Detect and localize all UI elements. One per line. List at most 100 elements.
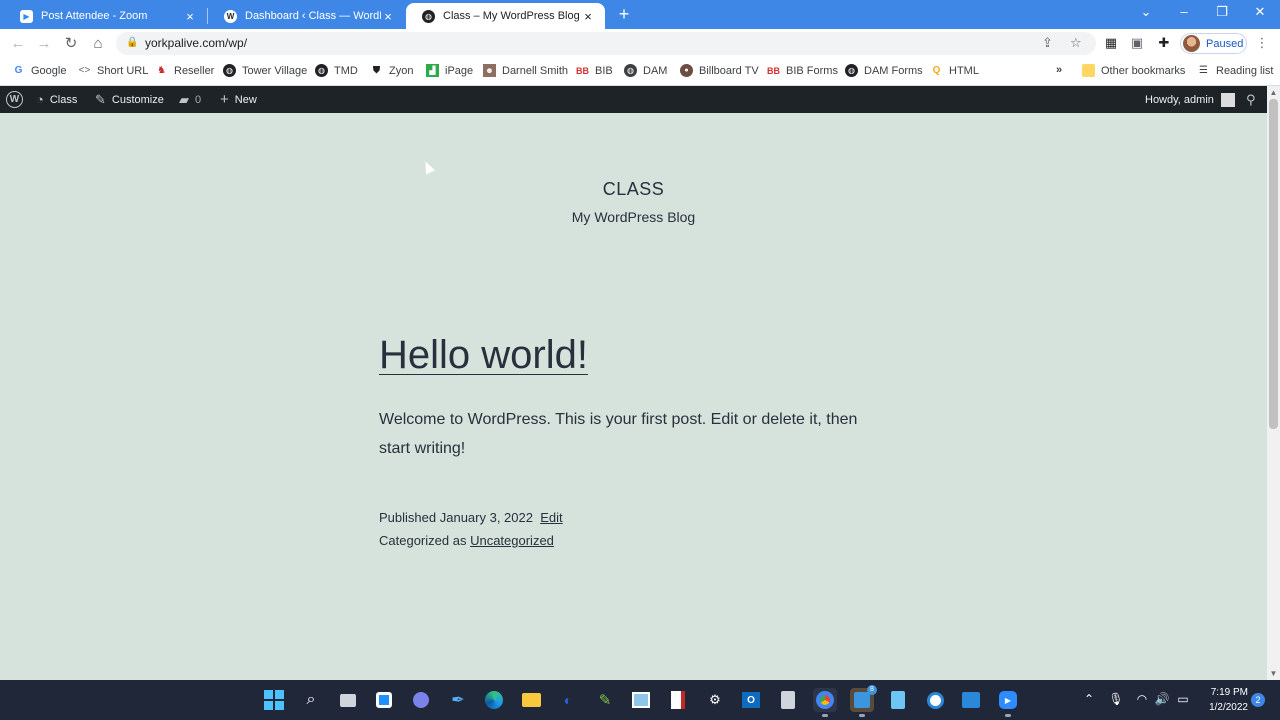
tab-title: Class – My WordPress Blog: [443, 10, 580, 22]
tab-class-blog[interactable]: ◍ Class – My WordPress Blog ×: [406, 3, 605, 29]
windows-taskbar: ⌕ ✒ ◐ ✎ ⚙ O 8 ▶ ⌃ 🎙 ◠ 🔊 ▭ 7:19 PM 1/2/20…: [0, 680, 1280, 720]
zoom-icon: ▶: [20, 9, 33, 23]
store-extension-icon[interactable]: ▦: [1102, 35, 1120, 51]
site-title[interactable]: CLASS: [0, 179, 1267, 200]
reading-list[interactable]: ☰ Reading list: [1197, 64, 1273, 77]
taskbar-clock[interactable]: 7:19 PM 1/2/2022: [1196, 685, 1248, 715]
teams-chat-icon[interactable]: [409, 688, 433, 712]
new-tab-button[interactable]: +: [613, 5, 635, 25]
bookmark-label: TMD: [334, 64, 358, 77]
bookmark-zyon[interactable]: ⛊ Zyon: [370, 64, 414, 77]
puzzle-extensions-icon[interactable]: ✚: [1155, 35, 1173, 51]
notepad-icon[interactable]: [886, 688, 910, 712]
store-app-icon[interactable]: 8: [850, 685, 877, 717]
post-published-row: Published January 3, 2022 Edit: [379, 506, 563, 529]
tab-zoom[interactable]: ▶ Post Attendee - Zoom ×: [4, 3, 207, 29]
microphone-icon[interactable]: 🎙: [1108, 692, 1124, 706]
zoom-app-icon[interactable]: ▶: [996, 688, 1020, 717]
mouse-cursor-icon: [420, 159, 436, 175]
scroll-up-arrow-icon[interactable]: ▲: [1267, 88, 1280, 97]
close-icon[interactable]: ×: [581, 9, 595, 24]
file-explorer-icon[interactable]: [519, 688, 543, 712]
document-app-icon[interactable]: [666, 688, 690, 712]
task-view-icon[interactable]: [336, 688, 360, 712]
firefox-style-app-icon[interactable]: ◐: [556, 688, 580, 712]
admin-bar-new[interactable]: + New: [220, 86, 257, 113]
clock-time: 7:19 PM: [1210, 687, 1248, 698]
reload-icon[interactable]: ↻: [61, 34, 81, 54]
close-icon[interactable]: ×: [183, 9, 197, 24]
bookmark-ipage[interactable]: ▟ iPage: [426, 64, 473, 77]
bookmark-billboard-tv[interactable]: ● Billboard TV: [680, 64, 759, 77]
bookmark-label: Zyon: [389, 64, 414, 77]
post-category-row: Categorized as Uncategorized: [379, 529, 563, 552]
profile-button[interactable]: Paused: [1180, 33, 1247, 54]
wordpress-logo-icon[interactable]: W: [6, 86, 23, 113]
utility-app-icon[interactable]: ⚙: [703, 688, 727, 712]
more-bookmarks-chevron-icon[interactable]: »: [1056, 64, 1062, 76]
bookmark-tower-village[interactable]: ◍ Tower Village: [223, 64, 307, 77]
post-title-link[interactable]: Hello world!: [379, 333, 588, 378]
chrome-browser-icon[interactable]: [813, 688, 837, 717]
calculator-icon[interactable]: [776, 688, 800, 712]
tray-overflow-chevron-icon[interactable]: ⌃: [1081, 692, 1097, 706]
bookmark-short-url[interactable]: <> Short URL: [78, 64, 149, 77]
other-bookmarks[interactable]: Other bookmarks: [1082, 64, 1185, 77]
window-close-icon[interactable]: ✕: [1250, 4, 1270, 20]
admin-bar-customize[interactable]: ✎ Customize: [95, 86, 164, 113]
volume-icon[interactable]: 🔊: [1154, 692, 1170, 706]
maximize-icon[interactable]: ❐: [1212, 4, 1232, 20]
scroll-down-arrow-icon[interactable]: ▼: [1267, 669, 1280, 678]
start-windows-icon[interactable]: [262, 688, 286, 712]
tab-dashboard[interactable]: W Dashboard ‹ Class — WordPress ×: [208, 3, 405, 29]
bookmark-darnell-smith[interactable]: ☻ Darnell Smith: [483, 64, 568, 77]
bookmark-tmd[interactable]: ◍ TMD: [315, 64, 358, 77]
taskbar-search-icon[interactable]: ⌕: [299, 688, 323, 712]
minimize-icon[interactable]: –: [1174, 4, 1194, 19]
home-icon[interactable]: ⌂: [88, 34, 108, 54]
admin-bar-search-icon[interactable]: ⚲: [1246, 86, 1256, 113]
bookmark-label: Darnell Smith: [502, 64, 569, 77]
bookmark-html[interactable]: Q HTML: [930, 64, 979, 77]
browser-toolbar: ← → ↻ ⌂ 🔒 yorkpalive.com/wp/ ⇪ ☆ ▦ ▣ ✚ P…: [0, 29, 1280, 58]
category-link[interactable]: Uncategorized: [470, 533, 554, 548]
photo-app-icon[interactable]: [629, 688, 653, 712]
pen-app-icon[interactable]: ✒: [446, 688, 470, 712]
battery-icon[interactable]: ▭: [1175, 692, 1191, 706]
admin-bar-account[interactable]: Howdy, admin: [1145, 86, 1235, 113]
forward-arrow-icon[interactable]: →: [34, 34, 54, 54]
scroll-thumb[interactable]: [1269, 99, 1278, 429]
dashboard-gauge-icon: ◔: [36, 92, 44, 107]
bookmark-dam[interactable]: ◍ DAM: [624, 64, 667, 77]
paint-app-icon[interactable]: ✎: [593, 688, 617, 712]
close-icon[interactable]: ×: [381, 9, 395, 24]
person-icon: ☻: [483, 64, 496, 77]
clock-date: 1/2/2022: [1209, 702, 1248, 713]
tab-title: Post Attendee - Zoom: [41, 10, 148, 22]
bookmark-dam-forms[interactable]: ◍ DAM Forms: [845, 64, 923, 77]
admin-bar-site-name[interactable]: ◔ Class: [36, 86, 77, 113]
bookmark-bib[interactable]: BB BIB: [576, 64, 613, 77]
notification-badge[interactable]: 2: [1251, 693, 1265, 707]
wifi-icon[interactable]: ◠: [1134, 692, 1150, 706]
admin-bar-comments[interactable]: ▰ 0: [179, 86, 201, 113]
comments-count: 0: [195, 93, 202, 106]
bookmark-google[interactable]: G Google: [12, 64, 67, 77]
url-text[interactable]: yorkpalive.com/wp/: [145, 36, 247, 50]
remote-desktop-icon[interactable]: [959, 688, 983, 712]
edit-post-link[interactable]: Edit: [540, 510, 562, 525]
bookmark-reseller[interactable]: ♞ Reseller: [155, 64, 214, 77]
share-icon[interactable]: ⇪: [1042, 35, 1053, 51]
bookmark-bib-forms[interactable]: BB BIB Forms: [767, 64, 838, 77]
bookmark-star-icon[interactable]: ☆: [1070, 35, 1082, 51]
messenger-icon[interactable]: [923, 688, 947, 712]
outlook-icon[interactable]: O: [739, 688, 763, 712]
page-scrollbar[interactable]: ▲ ▼: [1267, 86, 1280, 680]
kebab-menu-icon[interactable]: ⋮: [1253, 35, 1271, 51]
widgets-icon[interactable]: [372, 688, 396, 712]
back-arrow-icon[interactable]: ←: [8, 34, 28, 54]
screen-capture-extension-icon[interactable]: ▣: [1128, 35, 1146, 51]
edge-browser-icon[interactable]: [482, 688, 506, 712]
address-bar[interactable]: 🔒 yorkpalive.com/wp/ ⇪ ☆: [116, 32, 1096, 55]
tab-search-icon[interactable]: ⌄: [1136, 4, 1156, 20]
